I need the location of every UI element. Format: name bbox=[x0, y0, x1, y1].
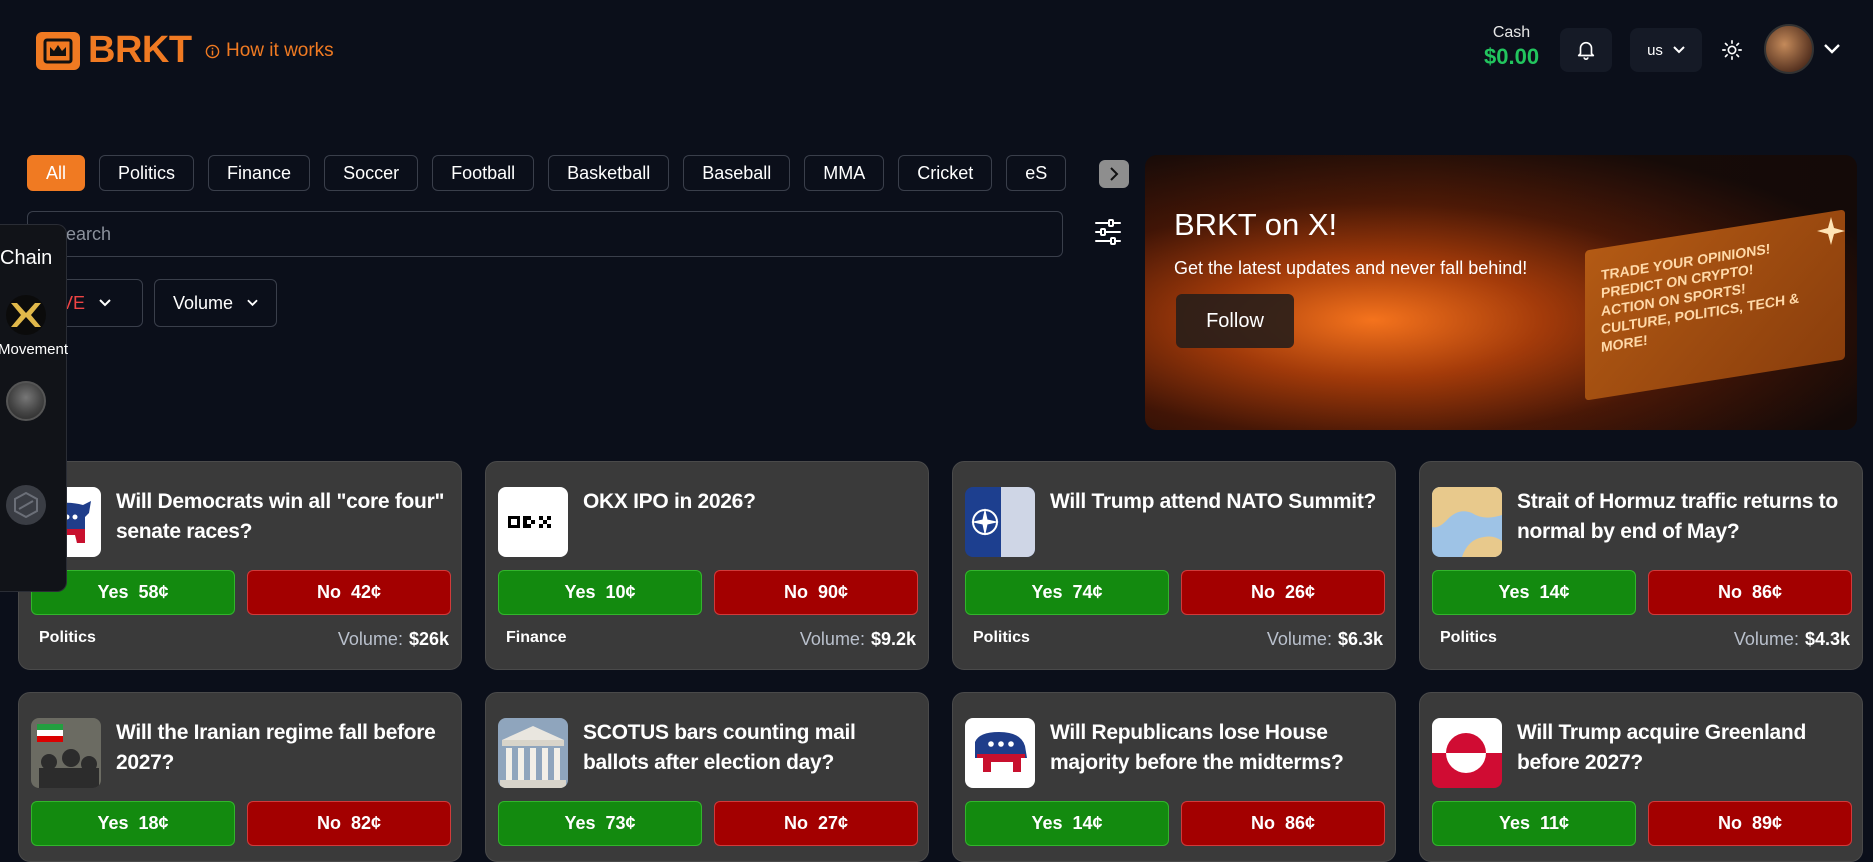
market-title: Will Trump acquire Greenland before 2027… bbox=[1517, 721, 1806, 774]
filter-pill-all[interactable]: All bbox=[27, 155, 86, 191]
supreme-court-icon bbox=[498, 718, 568, 788]
buy-no-button[interactable]: No 86¢ bbox=[1181, 801, 1385, 846]
buy-no-button[interactable]: No 26¢ bbox=[1181, 570, 1385, 615]
account-menu[interactable] bbox=[1764, 24, 1840, 74]
buy-yes-button[interactable]: Yes 18¢ bbox=[31, 801, 235, 846]
chain-option-icon[interactable] bbox=[6, 485, 46, 525]
cash-value: $0.00 bbox=[1484, 44, 1540, 69]
buy-yes-button[interactable]: Yes 74¢ bbox=[965, 570, 1169, 615]
follow-button[interactable]: Follow bbox=[1176, 294, 1294, 348]
buy-yes-button[interactable]: Yes 11¢ bbox=[1432, 801, 1636, 846]
market-card[interactable]: Will the Iranian regime fall before 2027… bbox=[18, 692, 462, 862]
cash-balance: Cash $0.00 bbox=[1484, 24, 1539, 70]
chevron-down-icon bbox=[247, 299, 258, 307]
market-card[interactable]: Strait of Hormuz traffic returns to norm… bbox=[1419, 461, 1863, 670]
promo-billboard: TRADE YOUR OPINIONS! PREDICT ON CRYPTO! … bbox=[1585, 209, 1845, 401]
republican-elephant-icon bbox=[965, 718, 1035, 788]
market-category: Politics bbox=[39, 629, 96, 646]
banner-title: BRKT on X! bbox=[1174, 207, 1338, 242]
market-title: Strait of Hormuz traffic returns to norm… bbox=[1517, 490, 1838, 543]
info-icon bbox=[205, 44, 220, 58]
market-title: SCOTUS bars counting mail ballots after … bbox=[583, 721, 856, 774]
notifications-button[interactable] bbox=[1560, 28, 1612, 72]
region-select[interactable]: us bbox=[1630, 28, 1702, 72]
market-volume: Volume: $6.3k bbox=[1266, 629, 1383, 649]
okx-logo-icon bbox=[498, 487, 568, 557]
region-value: us bbox=[1647, 41, 1663, 59]
buy-no-button[interactable]: No 27¢ bbox=[714, 801, 918, 846]
chevron-down-icon bbox=[99, 299, 111, 307]
crown-logo-icon bbox=[36, 31, 80, 70]
market-title: Will Democrats win all "core four" senat… bbox=[116, 490, 445, 543]
brand-name: BRKT bbox=[88, 29, 192, 71]
market-category: Politics bbox=[973, 629, 1030, 646]
market-card[interactable]: Will Trump acquire Greenland before 2027… bbox=[1419, 692, 1863, 862]
chain-option-icon[interactable] bbox=[6, 381, 46, 421]
movement-chain-label: Movement bbox=[0, 341, 69, 358]
promo-banner: TRADE YOUR OPINIONS! PREDICT ON CRYPTO! … bbox=[1145, 155, 1857, 430]
iran-protest-icon bbox=[31, 718, 101, 788]
market-card[interactable]: OKX IPO in 2026? Yes 10¢ No 90¢ Finance Vo… bbox=[485, 461, 929, 670]
sun-icon bbox=[1722, 40, 1742, 60]
theme-toggle-button[interactable] bbox=[1712, 28, 1752, 72]
chevron-down-icon bbox=[1824, 44, 1840, 54]
market-title: Will the Iranian regime fall before 2027… bbox=[116, 721, 436, 774]
chevron-right-icon bbox=[1110, 167, 1119, 181]
category-filter-bar: All Politics Finance Soccer Football Bas… bbox=[27, 155, 1128, 191]
how-it-works-link[interactable]: How it works bbox=[205, 40, 334, 62]
chevron-down-icon bbox=[1673, 46, 1685, 54]
how-it-works-label: How it works bbox=[226, 40, 334, 61]
market-volume: Volume: $9.2k bbox=[799, 629, 916, 649]
buy-yes-button[interactable]: Yes 10¢ bbox=[498, 570, 702, 615]
market-title: Will Trump attend NATO Summit? bbox=[1050, 490, 1377, 513]
buy-yes-button[interactable]: Yes 14¢ bbox=[965, 801, 1169, 846]
buy-yes-button[interactable]: Yes 14¢ bbox=[1432, 570, 1636, 615]
sort-dropdown[interactable]: Volume bbox=[154, 279, 277, 327]
buy-no-button[interactable]: No 90¢ bbox=[714, 570, 918, 615]
buy-no-button[interactable]: No 82¢ bbox=[247, 801, 451, 846]
market-volume: Volume: $4.3k bbox=[1733, 629, 1850, 649]
greenland-flag-icon bbox=[1432, 718, 1502, 788]
market-volume: Volume: $26k bbox=[337, 629, 449, 649]
filter-pill-basketball[interactable]: Basketball bbox=[548, 155, 670, 191]
filter-pill-baseball[interactable]: Baseball bbox=[683, 155, 791, 191]
movement-chain-icon[interactable] bbox=[6, 295, 46, 335]
buy-no-button[interactable]: No 42¢ bbox=[247, 570, 451, 615]
brand-logo[interactable]: BRKT bbox=[36, 29, 192, 72]
sort-dropdown-value: Volume bbox=[173, 292, 234, 313]
nato-logo-icon bbox=[965, 487, 1035, 557]
bell-icon bbox=[1577, 41, 1595, 60]
sparkle-icon bbox=[1817, 217, 1845, 245]
map-icon bbox=[1432, 487, 1502, 557]
market-card[interactable]: Will Trump attend NATO Summit? Yes 74¢ No… bbox=[952, 461, 1396, 670]
banner-subtitle: Get the latest updates and never fall be… bbox=[1174, 258, 1528, 278]
buy-no-button[interactable]: No 89¢ bbox=[1648, 801, 1852, 846]
market-card[interactable]: SCOTUS bars counting mail ballots after … bbox=[485, 692, 929, 862]
market-category: Finance bbox=[506, 629, 567, 646]
market-card[interactable]: Will Republicans lose House majority bef… bbox=[952, 692, 1396, 862]
buy-no-button[interactable]: No 86¢ bbox=[1648, 570, 1852, 615]
filter-pill-football[interactable]: Football bbox=[432, 155, 535, 191]
buy-yes-button[interactable]: Yes 73¢ bbox=[498, 801, 702, 846]
filter-pill-politics[interactable]: Politics bbox=[99, 155, 195, 191]
filter-settings-button[interactable] bbox=[1094, 218, 1122, 251]
search-input[interactable] bbox=[27, 211, 1063, 257]
filter-pill-cricket[interactable]: Cricket bbox=[898, 155, 993, 191]
chain-panel-title: Chain bbox=[0, 247, 53, 269]
market-title: OKX IPO in 2026? bbox=[583, 490, 756, 513]
filter-pill-mma[interactable]: MMA bbox=[804, 155, 885, 191]
cash-label: Cash bbox=[1492, 24, 1531, 41]
chain-panel: Chain Movement bbox=[0, 224, 69, 592]
market-card[interactable]: Will Democrats win all "core four" senat… bbox=[18, 461, 462, 670]
filter-pill-esports[interactable]: eS bbox=[1006, 155, 1067, 191]
market-category: Politics bbox=[1440, 629, 1497, 646]
sliders-icon bbox=[1095, 219, 1121, 245]
scroll-filters-right-button[interactable] bbox=[1099, 160, 1129, 188]
avatar bbox=[1764, 24, 1814, 74]
market-title: Will Republicans lose House majority bef… bbox=[1050, 721, 1344, 774]
filter-pill-soccer[interactable]: Soccer bbox=[324, 155, 419, 191]
filter-pill-finance[interactable]: Finance bbox=[208, 155, 311, 191]
